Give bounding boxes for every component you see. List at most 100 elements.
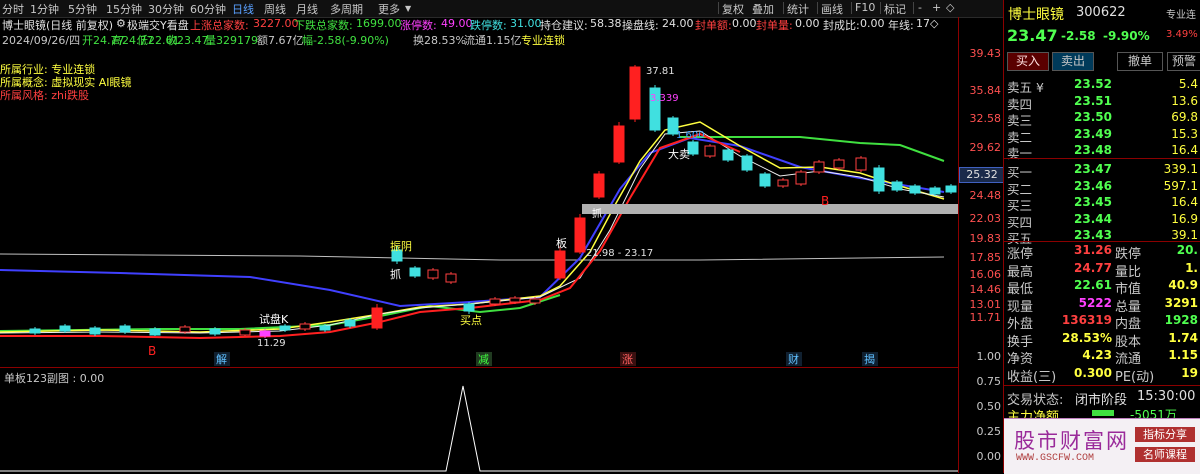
candle-body [209,328,221,335]
ohlc-info-bar: 2024/09/26/四 开24.77 高24.77 低22.61 收23.47… [0,32,958,47]
event-tag: 解 [216,352,227,366]
candle-body [593,173,605,198]
zoom-out-button[interactable]: - [918,1,922,14]
candle-body [319,325,331,331]
price-axis: 39.4335.8432.5829.6226.9324.4822.0319.83… [958,17,1005,473]
price-tick-label: 19.83 [969,232,1002,245]
tool-stats[interactable]: 统计 [787,1,809,17]
tab-more[interactable]: 更多 [378,1,400,17]
industry-line: 所属行业: 专业连锁 [0,63,96,76]
bid-row[interactable]: 买一 23.47 339.1 [1004,162,1200,180]
tab-5min[interactable]: 5分钟 [68,1,97,17]
sub-series-line [0,385,958,472]
divider [817,2,818,14]
current-price: 23.47 [1007,26,1058,45]
chevron-down-icon[interactable]: ▼ [405,4,411,13]
ma-lines [0,121,958,340]
up-count-value: 3227.00 [253,17,299,30]
tab-multi-period[interactable]: 多周期 [330,1,363,17]
limit-down-label: 跌停数: [470,19,507,32]
stat-label: 外盘 [1007,317,1034,332]
candle-body [909,185,921,194]
settings-icon[interactable]: ⚙ [116,17,126,30]
candlestick-chart[interactable]: 37.813.3391.600大卖21.98 - 23.17板振阴抓抓试盘K11… [0,46,958,367]
order-volume: 16.4 [1171,195,1198,210]
diamond-icon[interactable]: ◇ [946,1,954,14]
stat-value: 22.61 [1074,278,1112,292]
buy-button[interactable]: 买入 [1007,52,1049,71]
cancel-order-button[interactable]: 撤单 [1117,52,1163,71]
divider [880,2,881,14]
watermark-banner[interactable]: 股市财富网 WWW.GSCFW.COM 指标分享 名师课程 [1004,418,1200,474]
stat-label: 股本 [1115,334,1142,350]
trade-divider [1004,385,1200,386]
alert-button[interactable]: 预警 [1167,52,1200,71]
trade-state: 闭市阶段 [1075,393,1128,408]
tool-draw[interactable]: 画线 [821,1,843,17]
stat-value: 3291 [1164,295,1198,310]
stat-row: 外盘 136319 内盘 1928 [1004,313,1200,332]
tool-f10[interactable]: F10 [855,1,875,14]
ask-row[interactable]: 卖四 23.51 13.6 [1004,93,1200,112]
tab-daily[interactable]: 日线 [232,1,254,17]
candle-body [299,323,311,330]
stat-label: 内盘 [1115,317,1142,332]
watermark-url: WWW.GSCFW.COM [1016,453,1095,464]
order-level-label: 卖一 [1007,146,1033,162]
trade-time: 15:30:00 [1137,389,1196,404]
tool-mark[interactable]: 标记 [884,1,906,17]
bid-row[interactable]: 买四 23.44 16.9 [1004,212,1200,230]
candle-group [29,65,957,338]
tab-15min[interactable]: 15分钟 [106,1,142,17]
chart-annotations: 37.813.3391.600大卖21.98 - 23.17板振阴抓抓试盘K11… [148,66,878,366]
bid-row[interactable]: 买三 23.45 16.4 [1004,195,1200,213]
sub-chart-svg[interactable] [0,368,958,474]
stat-label: 净资 [1007,352,1034,367]
board-label: 板 [556,236,567,250]
indicator-name[interactable]: 极端交Y看盘 [127,17,189,33]
tab-fenshi[interactable]: 分时 [2,1,24,17]
sell-button[interactable]: 卖出 [1052,52,1094,71]
tab-monthly[interactable]: 月线 [296,1,318,17]
order-book-divider [1004,158,1200,159]
chart-title: 博士眼镜(日线 前复权) [2,19,114,32]
stat-value: 19 [1181,365,1198,380]
price-tick-label: 14.46 [969,283,1002,296]
tab-weekly[interactable]: 周线 [264,1,286,17]
candle-body [722,149,734,161]
order-price: 23.51 [1074,93,1112,108]
zoom-in-button[interactable]: + [932,1,941,14]
ask-row[interactable]: 卖一 23.48 16.4 [1004,143,1200,162]
tool-restore-rights[interactable]: 复权 [722,1,744,17]
tab-60min[interactable]: 60分钟 [190,1,226,17]
sell-signal-label: 大卖 [668,147,690,161]
stat-row: 换手 28.53% 股本 1.74 [1004,331,1200,350]
ask-row[interactable]: 卖二 23.49 15.3 [1004,127,1200,145]
tab-1min[interactable]: 1分钟 [30,1,59,17]
bid-row[interactable]: 买二 23.46 597.1 [1004,179,1200,197]
order-volume: 339.1 [1163,162,1198,176]
price-tick-label: 35.84 [969,84,1002,97]
order-volume: 5.4 [1178,77,1198,91]
high-price-label: 37.81 [646,66,675,77]
stat-value: 1. [1185,260,1198,275]
candle-body [371,307,383,329]
op-line-label: 操盘线: [622,19,659,32]
price-note-2: 1.600 [676,130,705,141]
order-price: 23.50 [1074,110,1112,125]
candle-body [629,66,641,120]
ask-row[interactable]: 卖三 23.50 69.8 [1004,110,1200,128]
ask-row[interactable]: 卖五 ¥23.52 5.4 [1004,77,1200,95]
industry-change: 3.49% [1166,29,1198,40]
stat-label: 现量 [1007,299,1034,315]
down-count-label: 下跌总家数: [294,19,353,32]
tab-30min[interactable]: 30分钟 [148,1,184,17]
seal-amount-value: 0.00 [732,17,757,30]
tool-overlay[interactable]: 叠加 [752,1,774,17]
try-k-label: 试盘K [259,312,289,326]
stat-label: 最低 [1007,282,1034,297]
down-count-value: 1699.00 [356,17,402,30]
industry-tag[interactable]: 专业连 [1166,6,1196,21]
low-price-label: 11.29 [257,338,286,349]
candle-body [529,298,541,304]
